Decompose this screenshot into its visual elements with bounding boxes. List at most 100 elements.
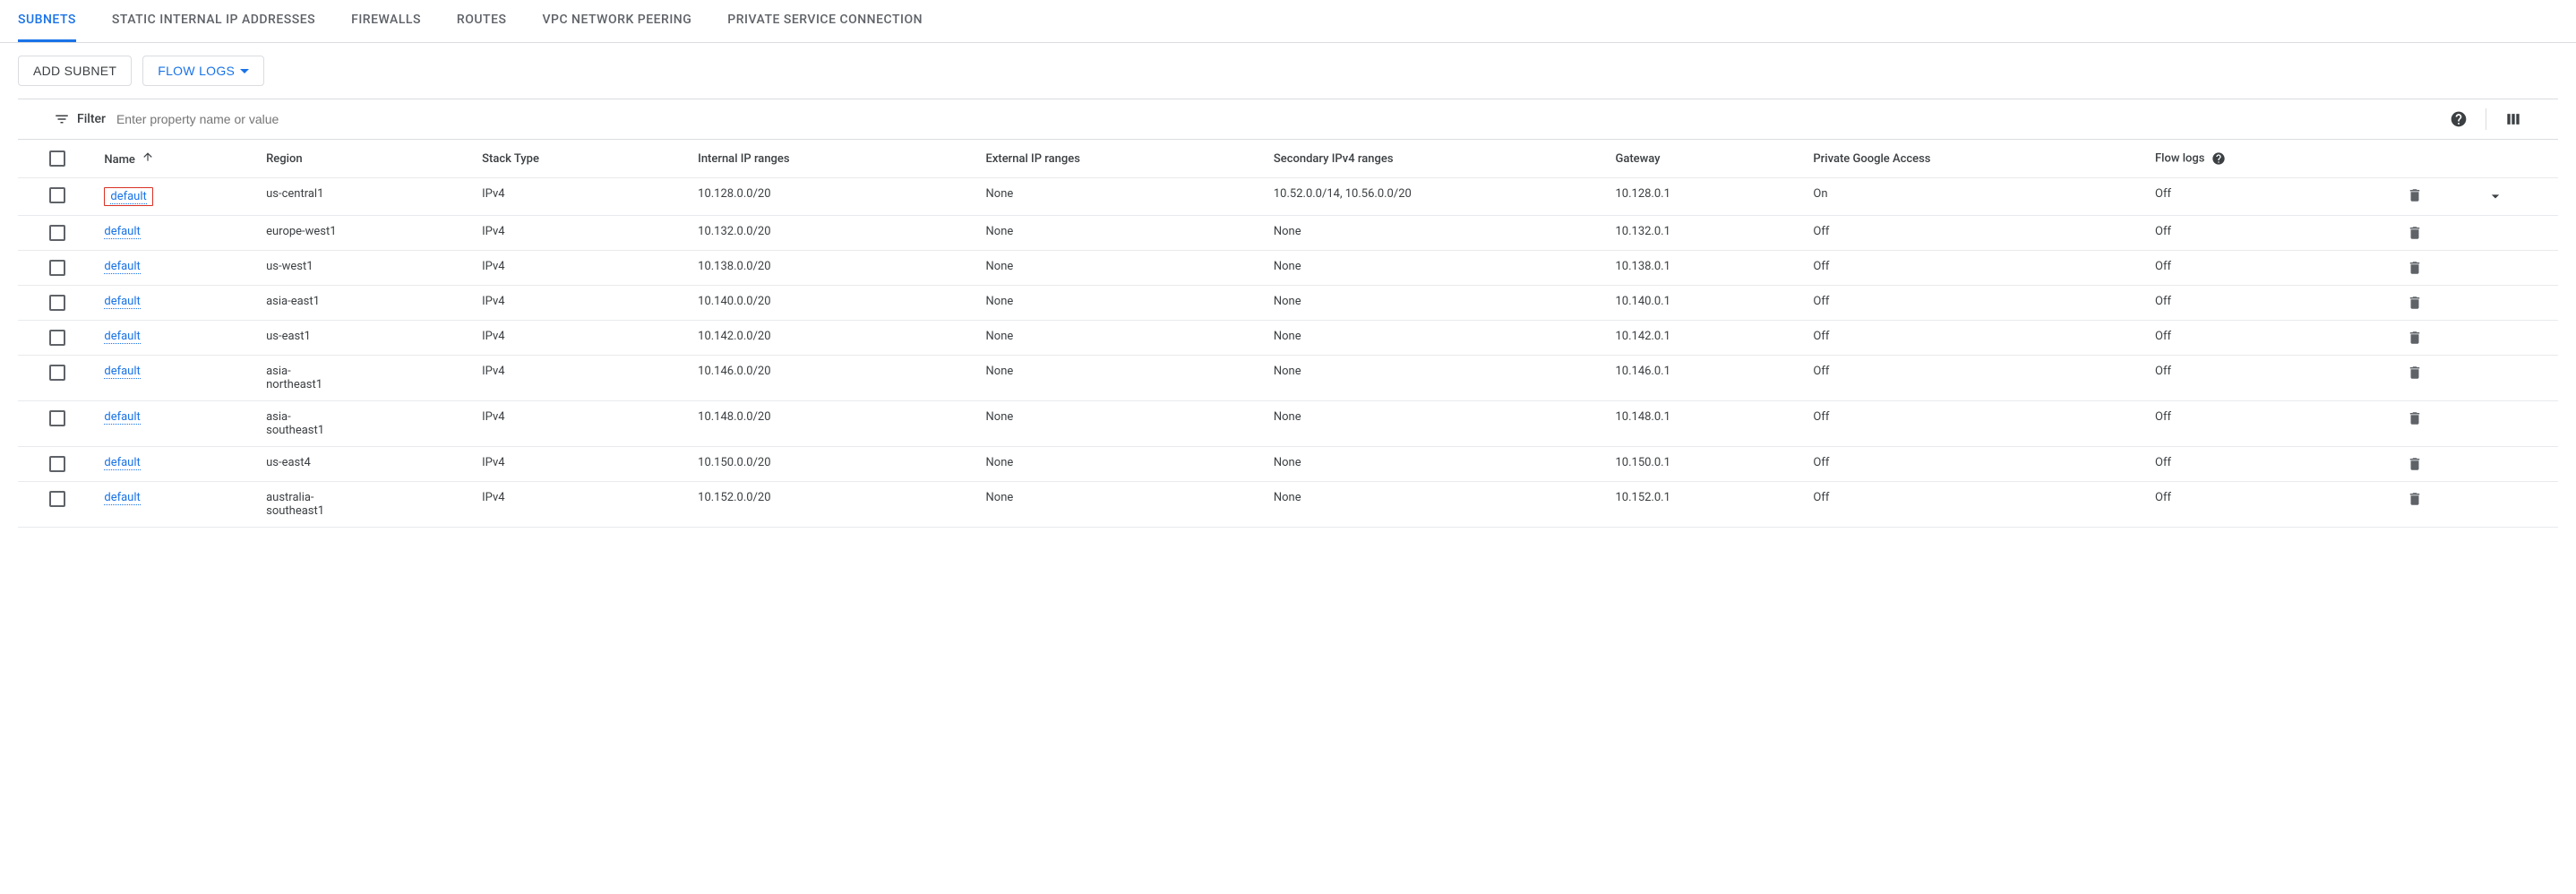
cell-stack-type: IPv4 — [475, 401, 691, 447]
filter-label-group: Filter — [54, 111, 106, 127]
cell-gateway: 10.140.0.1 — [1608, 286, 1806, 321]
tab-vpc-peering[interactable]: VPC NETWORK PEERING — [542, 0, 691, 42]
filter-icon — [54, 111, 70, 127]
column-header-stack-type[interactable]: Stack Type — [475, 140, 691, 178]
tab-static-internal-ip[interactable]: STATIC INTERNAL IP ADDRESSES — [112, 0, 315, 42]
row-checkbox[interactable] — [49, 410, 65, 426]
cell-flow-logs: Off — [2148, 482, 2400, 528]
cell-secondary-ip: None — [1267, 356, 1609, 401]
table-row: default asia-northeast1 IPv4 10.146.0.0/… — [18, 356, 2558, 401]
column-settings-icon[interactable] — [2504, 110, 2522, 128]
column-header-name[interactable]: Name — [97, 140, 259, 178]
cell-secondary-ip: None — [1267, 482, 1609, 528]
cell-stack-type: IPv4 — [475, 356, 691, 401]
subnet-name-link[interactable]: default — [104, 410, 140, 425]
cell-pga: Off — [1806, 401, 2148, 447]
row-checkbox[interactable] — [49, 456, 65, 472]
delete-icon[interactable] — [2407, 225, 2471, 241]
column-header-internal-ip[interactable]: Internal IP ranges — [691, 140, 978, 178]
row-checkbox[interactable] — [49, 491, 65, 507]
add-subnet-button[interactable]: ADD SUBNET — [18, 56, 132, 86]
cell-stack-type: IPv4 — [475, 447, 691, 482]
row-checkbox[interactable] — [49, 365, 65, 381]
cell-name: default — [97, 286, 259, 321]
delete-icon[interactable] — [2407, 187, 2471, 203]
cell-flow-logs: Off — [2148, 447, 2400, 482]
cell-internal-ip: 10.142.0.0/20 — [691, 321, 978, 356]
help-icon[interactable] — [2450, 110, 2468, 128]
cell-pga: Off — [1806, 251, 2148, 286]
cell-region: us-west1 — [259, 251, 475, 286]
cell-stack-type: IPv4 — [475, 482, 691, 528]
expand-row-icon[interactable] — [2486, 187, 2551, 205]
subnet-name-link[interactable]: default — [110, 190, 146, 204]
cell-gateway: 10.128.0.1 — [1608, 178, 1806, 216]
cell-region: us-central1 — [259, 178, 475, 216]
delete-icon[interactable] — [2407, 260, 2471, 276]
subnet-name-link[interactable]: default — [104, 225, 140, 239]
filter-input[interactable] — [116, 107, 2439, 132]
cell-secondary-ip: None — [1267, 251, 1609, 286]
cell-internal-ip: 10.152.0.0/20 — [691, 482, 978, 528]
filter-actions — [2450, 108, 2522, 130]
cell-internal-ip: 10.138.0.0/20 — [691, 251, 978, 286]
tab-subnets[interactable]: SUBNETS — [18, 0, 76, 42]
cell-internal-ip: 10.140.0.0/20 — [691, 286, 978, 321]
table-row: default europe-west1 IPv4 10.132.0.0/20 … — [18, 216, 2558, 251]
cell-external-ip: None — [979, 482, 1267, 528]
subnet-name-link[interactable]: default — [104, 456, 140, 470]
flow-logs-dropdown[interactable]: FLOW LOGS — [142, 56, 264, 86]
subnet-name-link[interactable]: default — [104, 365, 140, 379]
cell-flow-logs: Off — [2148, 216, 2400, 251]
delete-icon[interactable] — [2407, 330, 2471, 346]
cell-external-ip: None — [979, 321, 1267, 356]
cell-pga: Off — [1806, 447, 2148, 482]
tab-firewalls[interactable]: FIREWALLS — [351, 0, 421, 42]
cell-external-ip: None — [979, 251, 1267, 286]
column-header-pga[interactable]: Private Google Access — [1806, 140, 2148, 178]
table-row: default us-east1 IPv4 10.142.0.0/20 None… — [18, 321, 2558, 356]
row-checkbox[interactable] — [49, 260, 65, 276]
delete-icon[interactable] — [2407, 295, 2471, 311]
cell-pga: Off — [1806, 321, 2148, 356]
cell-name: default — [97, 356, 259, 401]
subnets-table: Name Region Stack Type Internal IP range… — [18, 140, 2558, 528]
column-header-secondary-ip[interactable]: Secondary IPv4 ranges — [1267, 140, 1609, 178]
column-header-region[interactable]: Region — [259, 140, 475, 178]
column-header-gateway[interactable]: Gateway — [1608, 140, 1806, 178]
table-row: default us-east4 IPv4 10.150.0.0/20 None… — [18, 447, 2558, 482]
subnet-name-link[interactable]: default — [104, 260, 140, 274]
subnet-name-link[interactable]: default — [104, 330, 140, 344]
tab-routes[interactable]: ROUTES — [457, 0, 507, 42]
filter-bar: Filter — [18, 99, 2558, 140]
cell-gateway: 10.152.0.1 — [1608, 482, 1806, 528]
flow-logs-help-icon[interactable] — [2211, 151, 2226, 166]
row-checkbox[interactable] — [49, 295, 65, 311]
tab-private-service-connection[interactable]: PRIVATE SERVICE CONNECTION — [727, 0, 923, 42]
table-header-row: Name Region Stack Type Internal IP range… — [18, 140, 2558, 178]
cell-flow-logs: Off — [2148, 356, 2400, 401]
delete-icon[interactable] — [2407, 365, 2471, 381]
cell-external-ip: None — [979, 178, 1267, 216]
column-header-flow-logs[interactable]: Flow logs — [2148, 140, 2400, 178]
cell-stack-type: IPv4 — [475, 321, 691, 356]
row-checkbox[interactable] — [49, 225, 65, 241]
subnet-name-link[interactable]: default — [104, 491, 140, 505]
delete-icon[interactable] — [2407, 456, 2471, 472]
cell-name: default — [97, 401, 259, 447]
delete-icon[interactable] — [2407, 491, 2471, 507]
row-checkbox[interactable] — [49, 187, 65, 203]
cell-region: asia-northeast1 — [259, 356, 475, 401]
cell-region: australia-southeast1 — [259, 482, 475, 528]
cell-region: us-east4 — [259, 447, 475, 482]
cell-name: default — [97, 216, 259, 251]
select-all-checkbox[interactable] — [49, 150, 65, 167]
table-row: default asia-southeast1 IPv4 10.148.0.0/… — [18, 401, 2558, 447]
cell-secondary-ip: None — [1267, 401, 1609, 447]
row-checkbox[interactable] — [49, 330, 65, 346]
column-header-external-ip[interactable]: External IP ranges — [979, 140, 1267, 178]
cell-internal-ip: 10.132.0.0/20 — [691, 216, 978, 251]
cell-stack-type: IPv4 — [475, 286, 691, 321]
subnet-name-link[interactable]: default — [104, 295, 140, 309]
delete-icon[interactable] — [2407, 410, 2471, 426]
